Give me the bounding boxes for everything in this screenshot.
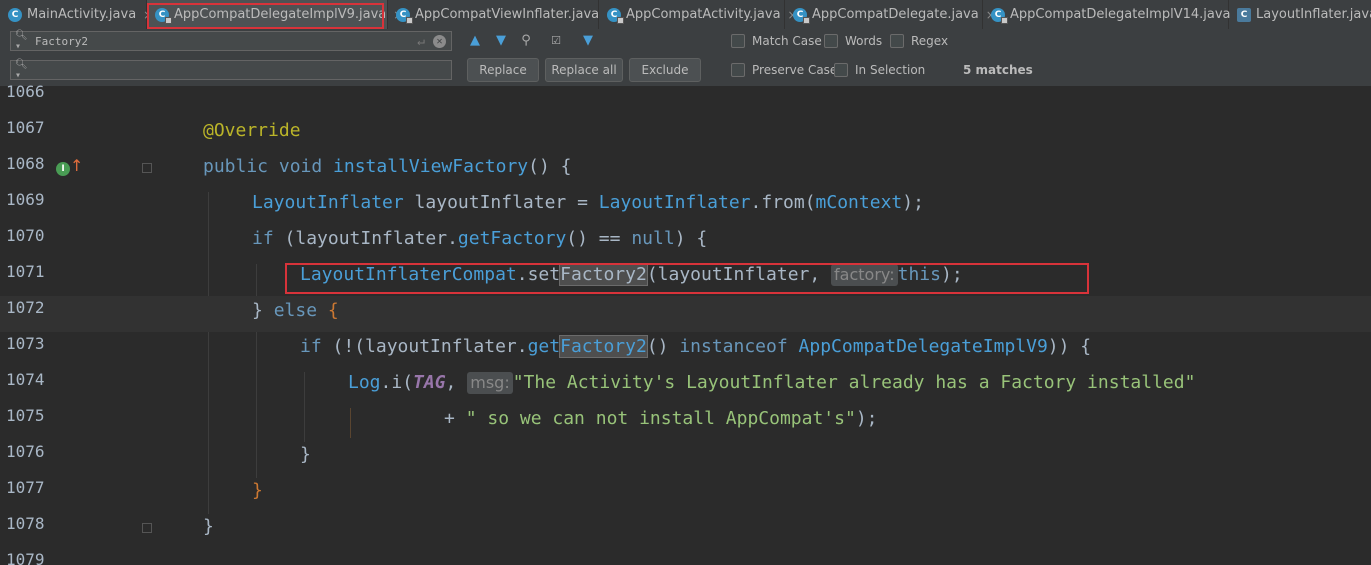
preserve-case-checkbox[interactable]: Preserve Case [731,63,837,77]
line-number: 1079 [6,550,45,565]
code-text: public void installViewFactory() { [203,156,572,177]
editor-tab-bar: C MainActivity.java × C AppCompatDelegat… [0,0,1371,30]
line-number: 1078 [6,514,45,533]
highlight-box [285,263,1089,294]
line-number: 1074 [6,370,45,389]
line-number: 1073 [6,334,45,353]
find-replace-panel: 🔍︎▾ Factory2 ↵ ✕ 🔍︎▾ ▲ ▼ ⚲ ☑ ▼ Replace R… [0,29,1371,87]
code-line-1075: 1075 + " so we can not install AppCompat… [0,404,1371,440]
previous-occurrence-icon[interactable]: ▲ [466,31,484,49]
search-match: Factory2 [559,335,648,358]
code-line-1069: 1069 LayoutInflater layoutInflater = Lay… [0,188,1371,224]
code-text: } [300,444,311,465]
code-line-1066: 1066 [0,80,1371,116]
line-number: 1067 [6,118,45,137]
highlight-box [147,3,384,29]
tab-appcompat-delegate-impl-v14[interactable]: C AppCompatDelegateImplV14.java × [983,0,1248,29]
code-text: Log.i(TAG, msg: "The Activity's LayoutInf… [348,372,1196,394]
tab-label: AppCompatActivity.java [626,7,781,22]
code-text: @Override [203,120,301,141]
fold-marker-icon[interactable] [142,523,152,533]
implements-method-icon[interactable]: I [56,162,70,176]
code-text: } else { [252,300,339,321]
code-text: if (!(layoutInflater.getFactory2() insta… [300,335,1092,358]
checkbox-box [890,34,904,48]
search-icon: 🔍︎▾ [15,59,28,81]
line-number: 1070 [6,226,45,245]
tab-main-activity[interactable]: C MainActivity.java × [0,0,153,29]
exclude-button[interactable]: Exclude [629,58,701,82]
class-icon: C [1237,7,1251,22]
search-icon: 🔍︎▾ [15,30,28,52]
code-line-1078: 1078 } [0,512,1371,548]
match-count: 5 matches [963,63,1033,77]
line-number: 1075 [6,406,45,425]
tab-appcompat-delegate[interactable]: C AppCompatDelegate.java × [785,0,996,29]
code-line-1070: 1070 if (layoutInflater.getFactory() == … [0,224,1371,260]
code-line-1073: 1073 if (!(layoutInflater.getFactory2() … [0,332,1371,368]
checkbox-box [731,34,745,48]
replace-all-button[interactable]: Replace all [545,58,623,82]
in-selection-label: In Selection [855,63,926,77]
tab-label: MainActivity.java [27,7,137,22]
code-text: if (layoutInflater.getFactory() == null)… [252,228,708,249]
replace-input[interactable]: 🔍︎▾ [10,59,452,81]
code-line-1067: 1067 @Override [0,116,1371,152]
newline-icon[interactable]: ↵ [417,34,425,49]
code-editor[interactable]: 1066 1067 @Override 1068 public void ins… [0,82,1371,565]
preserve-case-label: Preserve Case [752,63,838,77]
match-case-label: Match Case [752,34,822,48]
class-icon: C [991,7,1008,24]
words-label: Words [845,34,883,48]
code-line-1077: 1077 } [0,476,1371,512]
in-selection-checkbox[interactable]: In Selection [834,63,925,77]
code-text: LayoutInflater layoutInflater = LayoutIn… [252,192,924,213]
tab-appcompat-view-inflater[interactable]: C AppCompatViewInflater.java × [388,0,616,29]
next-occurrence-icon[interactable]: ▼ [492,31,510,49]
find-all-icon[interactable]: ⚲ [517,31,535,49]
line-number: 1072 [6,298,45,317]
code-text: } [203,516,214,537]
replace-button[interactable]: Replace [467,58,539,82]
regex-checkbox[interactable]: Regex [890,34,948,48]
select-all-occurrences-icon[interactable]: ☑ [547,31,565,49]
line-number: 1069 [6,190,45,209]
tab-layout-inflater[interactable]: C LayoutInflater.java [1229,0,1371,29]
words-checkbox[interactable]: Words [824,34,882,48]
regex-label: Regex [911,34,949,48]
code-line-1068: 1068 public void installViewFactory() { [0,152,1371,188]
code-text: + " so we can not install AppCompat's"); [444,408,878,429]
clear-icon[interactable]: ✕ [433,34,446,48]
parameter-hint: msg: [467,372,513,394]
line-number: 1077 [6,478,45,497]
code-line-1079: 1079 [0,548,1371,565]
line-number: 1066 [6,82,45,101]
class-icon: C [8,7,22,22]
up-arrow-icon[interactable]: ↑ [70,157,83,175]
class-icon: C [607,7,624,24]
ide-window: C MainActivity.java × C AppCompatDelegat… [0,0,1371,565]
match-case-checkbox[interactable]: Match Case [731,34,822,48]
code-line-1074: 1074 Log.i(TAG, msg: "The Activity's Layo… [0,368,1371,404]
class-icon: C [396,7,413,24]
tab-label: LayoutInflater.java [1256,7,1371,22]
checkbox-box [824,34,838,48]
search-input[interactable]: 🔍︎▾ Factory2 ↵ ✕ [10,30,452,52]
fold-marker-icon[interactable] [142,163,152,173]
tab-label: AppCompatViewInflater.java [415,7,600,22]
code-line-1072: 1072 } else { [0,296,1371,332]
checkbox-box [834,63,848,77]
tab-label: AppCompatDelegateImplV14.java [1010,7,1231,22]
line-number: 1071 [6,262,45,281]
tab-label: AppCompatDelegate.java [812,7,979,22]
checkbox-box [731,63,745,77]
line-number: 1076 [6,442,45,461]
code-line-1076: 1076 } [0,440,1371,476]
tab-appcompat-activity[interactable]: C AppCompatActivity.java × [599,0,798,29]
search-input-value: Factory2 [35,34,88,48]
class-icon: C [793,7,810,24]
filter-icon[interactable]: ▼ [579,31,597,49]
code-text: } [252,480,263,501]
